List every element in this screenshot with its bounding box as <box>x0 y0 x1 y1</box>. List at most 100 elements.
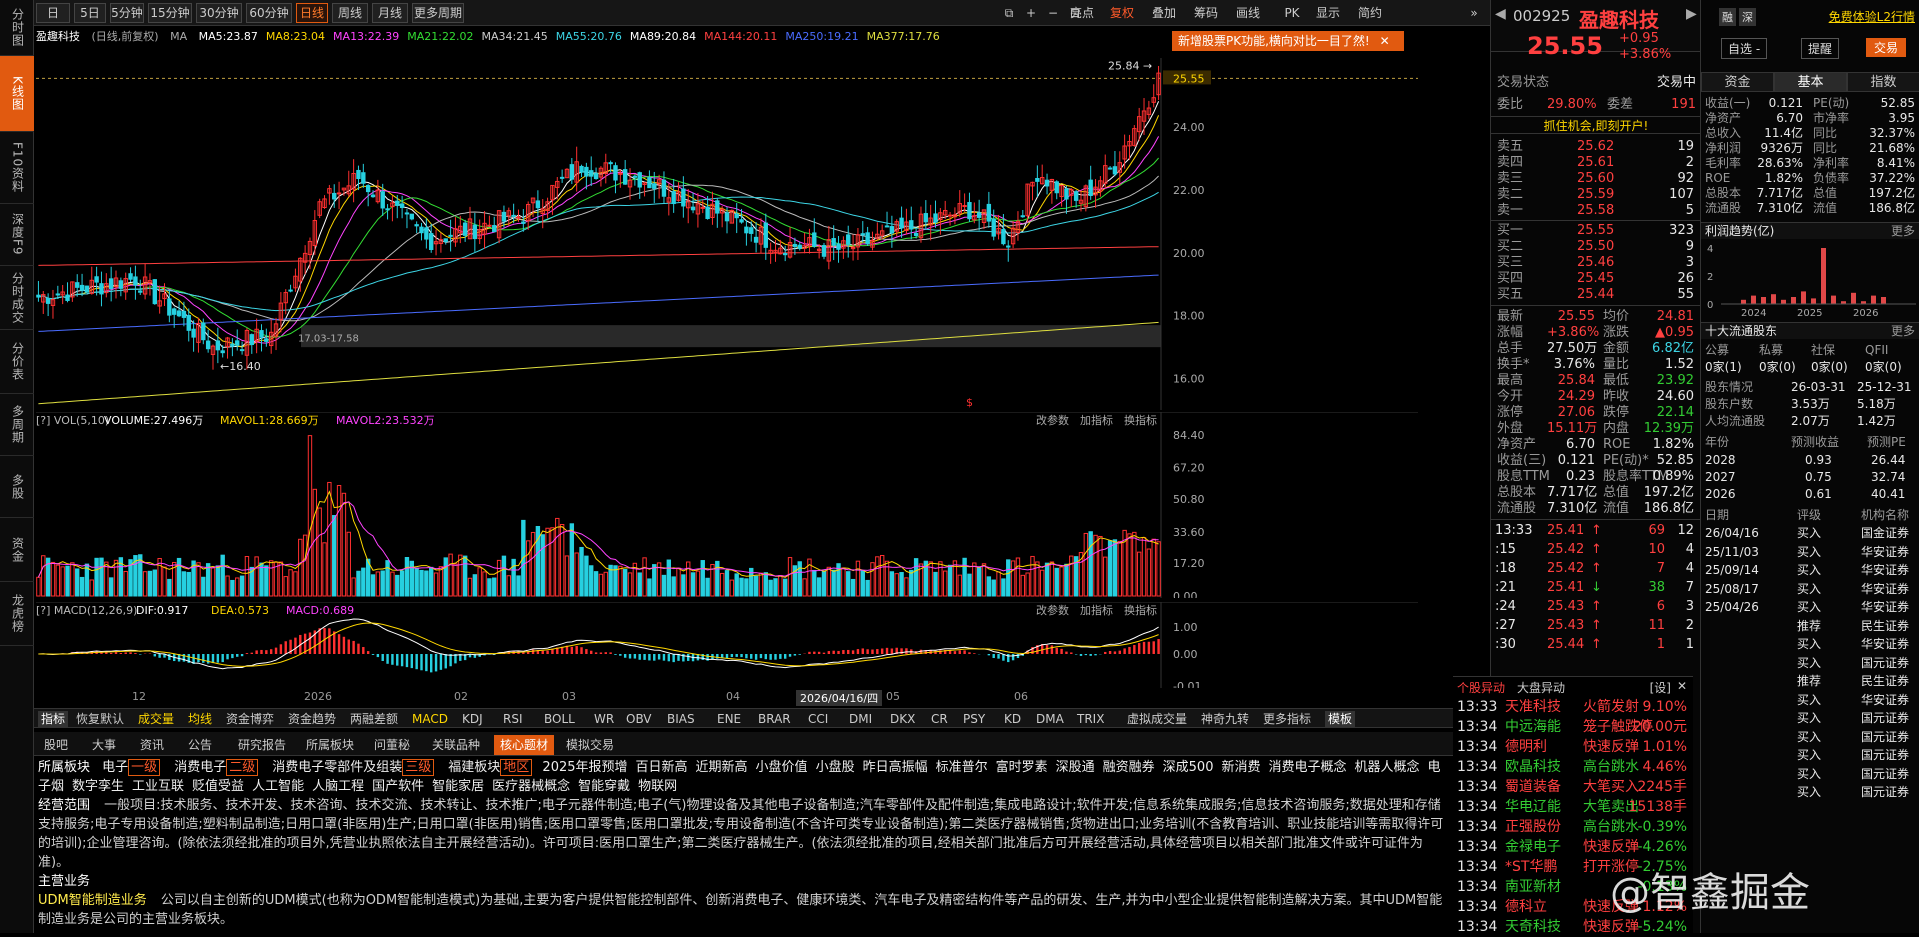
indicator-tab[interactable]: TRIX <box>1077 711 1104 727</box>
concept-tag[interactable]: 物联网 <box>638 779 677 794</box>
indicator-tab[interactable]: BRAR <box>758 711 791 727</box>
kline-chart[interactable]: 25.5524.0022.0020.0018.0016.0025.5525.84… <box>36 58 1418 410</box>
indicator-tab[interactable]: 资金趋势 <box>288 711 336 727</box>
volume-svg[interactable]: [?] VOL(5,10)VOLUME:27.496万 MAVOL1:28.669… <box>36 411 1418 603</box>
alert-row[interactable]: 13:34 德明利 快速反弹 1.01% <box>1453 737 1693 757</box>
concept-tag[interactable]: 小盘股 <box>816 760 855 775</box>
sector-name[interactable]: 电子 <box>102 760 128 775</box>
tool-icon[interactable]: ⧉ <box>999 3 1019 23</box>
concept-tag[interactable]: 工业互联 <box>132 779 184 794</box>
indicator-tab[interactable]: MACD <box>412 711 448 727</box>
toolbar-right-item[interactable]: 简约 <box>1350 3 1390 23</box>
open-account-banner[interactable]: 抓住机会,即刻开户! <box>1491 116 1701 134</box>
indicator-tab[interactable]: 模板 <box>1325 711 1356 727</box>
concept-tag[interactable]: 数字孪生 <box>72 779 124 794</box>
f10-tab[interactable]: 指数 <box>1847 72 1919 92</box>
indicator-tab[interactable]: DMA <box>1036 711 1064 727</box>
alert-row[interactable]: 13:34 欧晶科技 高台跳水 4.46% <box>1453 757 1693 777</box>
period-button[interactable]: 60分钟 <box>246 3 292 23</box>
period-button[interactable]: 月线 <box>372 3 408 23</box>
f10-tab[interactable]: 资金 <box>1701 72 1774 92</box>
alert-row[interactable]: 13:34 华电辽能 大笔卖出 15138手 <box>1453 797 1693 817</box>
sector-name[interactable]: 消费电子零部件及组装 <box>272 760 402 775</box>
nav-item[interactable]: F10资料 <box>0 132 34 204</box>
alert-row[interactable]: 13:34 蜀道装备 大笔买入 2245手 <box>1453 777 1693 797</box>
indicator-tab[interactable]: WR <box>594 711 614 727</box>
indicator-tab[interactable]: BOLL <box>544 711 575 727</box>
toolbar-right-item[interactable]: 筹码 <box>1186 3 1226 23</box>
info-tab[interactable]: 资讯 <box>134 735 170 755</box>
volume-panel[interactable]: [?] VOL(5,10) VOLUME:27.496万 MAVOL1:28.669… <box>36 411 1418 603</box>
indicator-tab[interactable]: OBV <box>626 711 652 727</box>
indicator-tab[interactable]: 成交量 <box>138 711 174 727</box>
alert-row[interactable]: 13:33 天准科技 火箭发射 9.10% <box>1453 697 1693 717</box>
period-button[interactable]: 15分钟 <box>148 3 192 23</box>
next-stock-icon[interactable]: ▶ <box>1686 6 1697 22</box>
tool-icon[interactable]: − <box>1043 3 1063 23</box>
indicator-tab[interactable]: DKX <box>890 711 915 727</box>
indicator-tab[interactable]: CCI <box>808 711 828 727</box>
indicator-tab[interactable]: 恢复默认 <box>76 711 124 727</box>
nav-item[interactable]: 分时成交 <box>0 266 34 330</box>
indicator-tab[interactable]: CR <box>931 711 948 727</box>
settings-button[interactable]: [设] <box>1650 679 1671 696</box>
period-button[interactable]: 日 <box>36 3 70 23</box>
nav-item[interactable]: 多股 <box>0 456 34 518</box>
concept-tag[interactable]: 近期新高 <box>696 760 748 775</box>
indicator-tab[interactable]: BIAS <box>667 711 695 727</box>
period-button[interactable]: 30分钟 <box>196 3 242 23</box>
prev-stock-icon[interactable]: ◀ <box>1495 6 1506 22</box>
nav-item[interactable]: 分时图 <box>0 0 34 56</box>
info-tab[interactable]: 大事 <box>86 735 122 755</box>
concept-tag[interactable]: 富时罗素 <box>996 760 1048 775</box>
concept-tag[interactable]: 融资融券 <box>1103 760 1155 775</box>
close-icon[interactable]: ✕ <box>1677 679 1687 693</box>
indicator-tab[interactable]: 均线 <box>188 711 212 727</box>
concept-tag[interactable]: 百日新高 <box>636 760 688 775</box>
toolbar-right-item[interactable]: 亮点 <box>1062 3 1102 23</box>
concept-tag[interactable]: 昨日高振幅 <box>863 760 928 775</box>
info-tab[interactable]: 问董秘 <box>368 735 416 755</box>
expand-icon[interactable]: » <box>1464 3 1484 23</box>
indicator-tab[interactable]: RSI <box>503 711 523 727</box>
concept-tag[interactable]: 智能家居 <box>432 779 484 794</box>
nav-item[interactable]: K线图 <box>0 56 34 132</box>
period-button[interactable]: 周线 <box>332 3 368 23</box>
info-tab[interactable]: 研究报告 <box>232 735 292 755</box>
toolbar-right-item[interactable]: 复权 <box>1102 3 1142 23</box>
macd-svg[interactable]: [?] MACD(12,26,9)DIF:0.917 DEA:0.573 MACD:… <box>36 601 1418 693</box>
indicator-tab[interactable]: 资金博弈 <box>226 711 274 727</box>
indicator-tab[interactable]: 虚拟成交量 <box>1127 711 1187 727</box>
indicator-tab[interactable]: ENE <box>717 711 741 727</box>
more-link[interactable]: 更多 <box>1891 323 1915 340</box>
concept-tag[interactable]: 小盘价值 <box>756 760 808 775</box>
info-tab[interactable]: 股吧 <box>38 735 74 755</box>
concept-tag[interactable]: 新消费 <box>1221 760 1260 775</box>
nav-item[interactable]: 分价表 <box>0 330 34 394</box>
info-tab[interactable]: 所属板块 <box>300 735 360 755</box>
alert-tab[interactable]: 大盘异动 <box>1517 679 1565 696</box>
sector-name[interactable]: 福建板块 <box>448 760 500 775</box>
more-link[interactable]: 更多 <box>1891 223 1915 240</box>
period-button[interactable]: 5分钟 <box>110 3 144 23</box>
toolbar-right-item[interactable]: PK <box>1272 3 1312 23</box>
info-tab[interactable]: 关联品种 <box>426 735 486 755</box>
nav-item[interactable]: 深度F9 <box>0 204 34 266</box>
indicator-tab[interactable]: KDJ <box>462 711 483 727</box>
concept-tag[interactable]: 2025年报预增 <box>542 760 627 775</box>
nav-item[interactable]: 资金 <box>0 518 34 582</box>
indicator-tab[interactable]: PSY <box>963 711 985 727</box>
indicator-tab[interactable]: 指标 <box>38 711 69 727</box>
concept-tag[interactable]: 深股通 <box>1056 760 1095 775</box>
alert-row[interactable]: 13:34 正强股份 高台跳水 -0.39% <box>1453 817 1693 837</box>
concept-tag[interactable]: 人脑工程 <box>312 779 364 794</box>
period-button[interactable]: 5日 <box>74 3 106 23</box>
indicator-tab[interactable]: KD <box>1004 711 1021 727</box>
info-tab[interactable]: 模拟交易 <box>560 735 620 755</box>
toolbar-right-item[interactable]: 叠加 <box>1144 3 1184 23</box>
concept-tag[interactable]: 消费电子概念 <box>1269 760 1347 775</box>
concept-tag[interactable]: 医疗器械概念 <box>492 779 570 794</box>
alert-button[interactable]: 提醒 <box>1801 38 1840 59</box>
indicator-tab[interactable]: DMI <box>849 711 872 727</box>
alert-row[interactable]: 13:34 天奇科技 快速反弹 -5.24% <box>1453 917 1693 937</box>
